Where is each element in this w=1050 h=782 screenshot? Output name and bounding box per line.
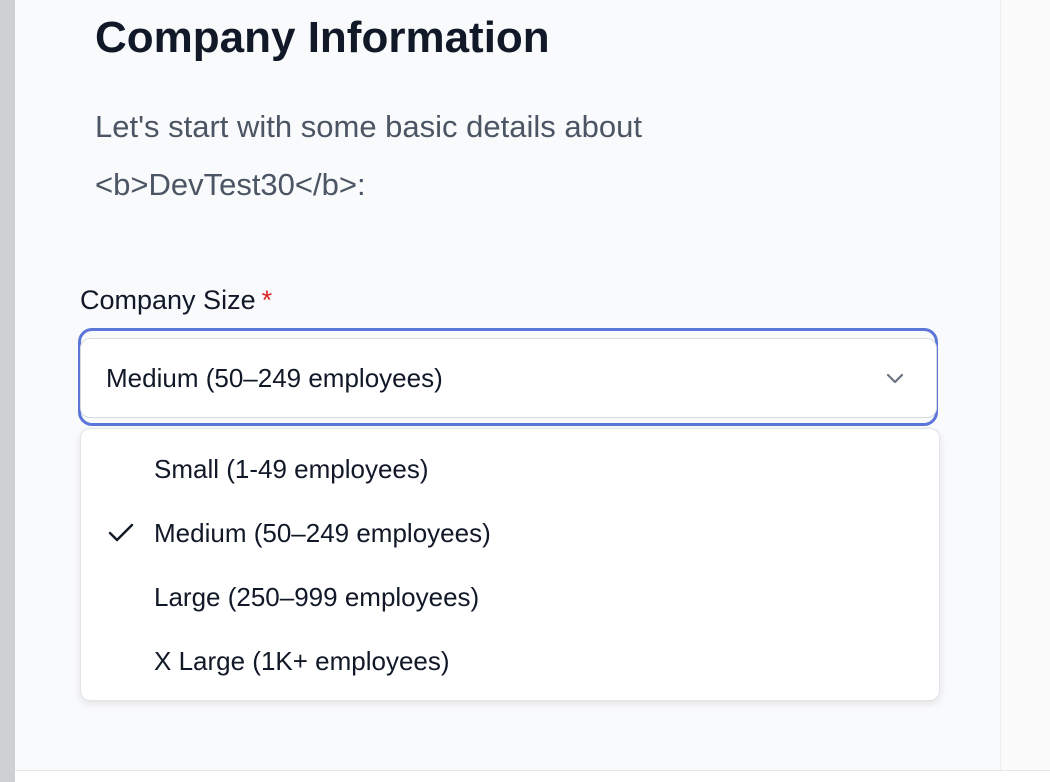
company-size-label: Company Size * [80,280,272,320]
option-small[interactable]: Small (1-49 employees) [81,437,939,501]
bottom-edge [15,770,1050,782]
option-label: Medium (50–249 employees) [154,518,491,548]
page-subtitle: Let's start with some basic details abou… [95,98,855,214]
page-title: Company Information [95,13,550,62]
right-side-panel [1000,0,1050,770]
option-medium[interactable]: Medium (50–249 employees) [81,501,939,565]
chevron-down-icon[interactable] [883,366,907,390]
window-left-edge [0,0,15,782]
subtitle-line-2: <b>DevTest30</b>: [95,167,366,202]
check-icon [108,523,134,542]
company-size-selected-value: Medium (50–249 employees) [106,363,443,393]
option-label: X Large (1K+ employees) [154,646,450,676]
option-label: Large (250–999 employees) [154,582,480,612]
required-marker: * [261,285,273,315]
option-large[interactable]: Large (250–999 employees) [81,565,939,629]
company-size-select[interactable]: Medium (50–249 employees) [80,338,937,418]
company-size-dropdown: Small (1-49 employees) Medium (50–249 em… [80,428,940,701]
subtitle-line-1: Let's start with some basic details abou… [95,109,642,144]
company-size-label-text: Company Size [80,285,256,315]
option-x-large[interactable]: X Large (1K+ employees) [81,629,939,693]
option-label: Small (1-49 employees) [154,454,429,484]
